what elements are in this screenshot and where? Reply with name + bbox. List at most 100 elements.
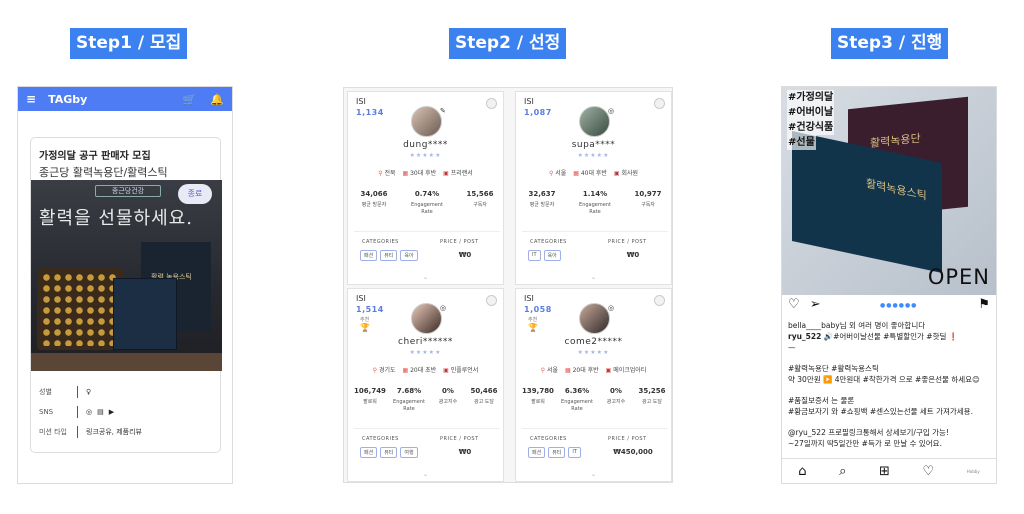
category-chip: 뷰티 — [380, 447, 398, 458]
image-hashtags: #가정의달 #어버이날 #건강식품 #선물 — [787, 90, 835, 150]
stat: 106,749 팔로워 — [354, 387, 386, 413]
chevron-down-icon[interactable]: ⌄ — [348, 471, 503, 478]
select-checkbox[interactable] — [654, 295, 665, 306]
product-box-front — [113, 278, 177, 350]
candidate-card[interactable]: ISI 1,058 추천 🏆 ◎ come2***** ★★★★★ ⚲ 서울 ▦… — [515, 288, 672, 482]
search-icon[interactable]: ⌕ — [839, 464, 846, 479]
chevron-down-icon[interactable]: ⌄ — [516, 274, 671, 281]
detail-row-mission: 미션 타입 링크공유, 제품리뷰 — [39, 422, 215, 442]
candidate-card[interactable]: ISI 1,087 ◎ supa**** ★★★★★ ⚲ 서울 ▦ 40대 후반… — [515, 91, 672, 285]
menu-icon[interactable]: ≡ — [26, 92, 36, 106]
product-name: 종근당 활력녹용단/활력스틱 — [39, 166, 168, 179]
chevron-down-icon[interactable]: ⌄ — [348, 274, 503, 281]
category-chip: 육아 — [543, 250, 561, 261]
select-checkbox[interactable] — [654, 98, 665, 109]
briefcase-icon: ▣ — [605, 367, 612, 374]
age: 30대 후반 — [410, 170, 437, 177]
post-image: 활력녹용단 활력녹용스틱 #가정의달 #어버이날 #건강식품 #선물 OPEN — [782, 87, 996, 295]
edit-icon[interactable]: ✎ — [440, 107, 446, 115]
stat: 35,256 광고 도달 — [636, 387, 668, 413]
stat-label: 평균 방문자 — [529, 202, 555, 208]
add-post-icon[interactable]: ⊞ — [879, 464, 890, 479]
caption-user[interactable]: ryu_522 — [788, 332, 821, 341]
price-value: ₩0 — [458, 448, 472, 456]
isi-value: 1,134 — [356, 108, 384, 117]
gender-icon: ♀ — [86, 388, 92, 396]
stat: 139,780 팔로워 — [522, 387, 554, 413]
stat-label: 팔로워 — [531, 399, 545, 405]
category-chip: 뷰티 — [548, 447, 566, 458]
age: 40대 후반 — [580, 170, 607, 177]
isi-value: 1,087 — [524, 108, 552, 117]
caption-line: #황금보자기 와 #쇼핑백 #센스있는선물 세트 가져가세용. — [788, 407, 973, 416]
categories-header: CATEGORIES — [362, 239, 399, 245]
stat-number: 35,256 — [638, 387, 666, 395]
slogan-text: 활력을 선물하세요. — [39, 208, 193, 229]
bookmark-icon[interactable]: ⚑ — [978, 297, 990, 312]
step1-label: Step1 / 모집 — [70, 28, 188, 59]
stat: 0% 광고지수 — [600, 387, 632, 413]
home-icon[interactable]: ⌂ — [798, 464, 806, 479]
step1-phone: ≡ TAGby 🛒 🔔 가정의달 공구 판매자 모집 종근당 활력녹용단/활력스… — [17, 86, 233, 484]
stat-label: 광고지수 — [606, 399, 626, 405]
select-checkbox[interactable] — [486, 98, 497, 109]
hashtag: #가정의달 — [787, 90, 835, 105]
stat-label: 구독자 — [641, 202, 655, 208]
detail-key: 성별 — [39, 388, 52, 396]
stat: 0.74% Engagement Rate — [407, 190, 447, 216]
send-icon[interactable]: ➢ — [810, 297, 821, 312]
post-caption: bella____baby님 외 여러 명이 좋아합니다 ryu_522 🔊#어… — [788, 320, 994, 449]
stat-label: Engagement Rate — [411, 202, 443, 215]
instagram-icon: ◎ — [86, 408, 93, 416]
location: 서울 — [555, 170, 567, 177]
profile-tab[interactable]: Hobby — [967, 469, 980, 474]
price-header: PRICE / POST — [440, 436, 479, 442]
instagram-icon[interactable]: ◎ — [608, 107, 614, 115]
select-checkbox[interactable] — [486, 295, 497, 306]
row-divider — [77, 426, 78, 438]
location-icon: ⚲ — [378, 170, 383, 177]
recommend-tag: 추천 — [360, 317, 370, 323]
isi-value: 1,058 — [524, 305, 552, 314]
avatar — [579, 106, 610, 137]
caption-line: @ryu_522 프로필링크통해서 상세보기/구입 가능! — [788, 428, 949, 437]
candidate-card[interactable]: ISI 1,514 추천 🏆 ◎ cheri****** ★★★★★ ⚲ 경기도… — [347, 288, 504, 482]
chevron-down-icon[interactable]: ⌄ — [516, 471, 671, 478]
profile-info: ⚲ 전북 ▦ 30대 후반 ▣ 프리랜서 — [348, 168, 503, 177]
cart-icon[interactable]: 🛒 — [183, 93, 197, 106]
heart-icon[interactable]: ♡ — [923, 464, 935, 479]
profile-info: ⚲ 경기도 ▦ 20대 초반 ▣ 인플루언서 — [348, 365, 503, 374]
stat-label: 구독자 — [473, 202, 487, 208]
stat-label: Engagement Rate — [579, 202, 611, 215]
detail-row-gender: 성별 ♀ — [39, 382, 215, 402]
campaign-card[interactable]: 가정의달 공구 판매자 모집 종근당 활력녹용단/활력스틱 종근당건강 활력을 … — [30, 137, 222, 453]
caption-line: #활력녹용단 #활력녹용스틱 — [788, 364, 879, 373]
stat-number: 0% — [442, 387, 454, 395]
stat: 50,466 광고 도달 — [468, 387, 500, 413]
influencer-name: cheri****** — [398, 337, 453, 347]
bell-icon[interactable]: 🔔 — [210, 93, 224, 106]
caption-line: ~27일까지 딱5일간만 #득가 로 만날 수 있어요. — [788, 439, 942, 448]
stat-number: 1.14% — [582, 190, 608, 198]
age: 20대 초반 — [410, 367, 437, 374]
caption-dash: — — [788, 343, 796, 352]
candidate-card[interactable]: ISI 1,134 ✎ dung**** ★★★★★ ⚲ 전북 ▦ 30대 후반… — [347, 91, 504, 285]
mission-value: 링크공유, 제품리뷰 — [86, 428, 142, 436]
box-a-label: 활력녹용단 — [870, 131, 921, 150]
stat: 1.14% Engagement Rate — [575, 190, 615, 216]
heart-icon[interactable]: ♡ — [788, 297, 800, 312]
stat-number: 139,780 — [522, 387, 554, 395]
avatar — [579, 303, 610, 334]
categories-header: CATEGORIES — [362, 436, 399, 442]
calendar-icon: ▦ — [573, 170, 579, 177]
briefcase-icon: ▣ — [443, 170, 449, 177]
location: 경기도 — [379, 367, 396, 374]
instagram-icon[interactable]: ◎ — [608, 304, 614, 312]
calendar-icon: ▦ — [564, 367, 571, 374]
isi-label: ISI — [524, 97, 534, 106]
instagram-icon[interactable]: ◎ — [440, 304, 446, 312]
category-chip: 패션 — [528, 447, 546, 458]
carousel-dots: ●●●●●● — [880, 302, 918, 309]
